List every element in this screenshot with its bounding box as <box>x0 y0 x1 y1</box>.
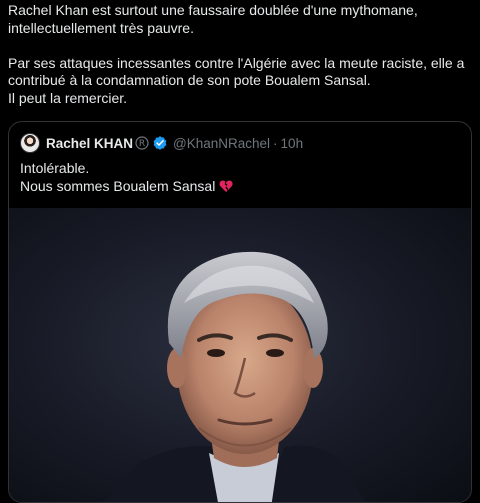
timestamp[interactable]: 10h <box>281 136 304 151</box>
portrait-image <box>104 251 366 502</box>
quote-line: Intolérable. <box>20 160 90 176</box>
tweet-line: intellectuellement très pauvre. <box>8 19 194 36</box>
tweet-line: Rachel Khan est surtout une faussaire do… <box>8 2 418 18</box>
quote-line: Nous sommes Boualem Sansal <box>20 178 216 194</box>
tweet-line: Par ses attaques incessantes contre l'Al… <box>8 54 465 71</box>
quote-line-wrapper: Nous sommes Boualem Sansal <box>20 177 233 195</box>
author-name[interactable]: Rachel KHAN <box>46 136 133 151</box>
separator-dot: · <box>273 135 278 151</box>
tweet-line: Il peut la remercier. <box>8 89 128 106</box>
quoted-tweet-text: Intolérable. Nous sommes Boualem Sansal <box>20 159 233 195</box>
portrait-photo[interactable] <box>9 208 471 502</box>
verified-badge-icon <box>153 136 167 150</box>
avatar[interactable] <box>20 133 40 153</box>
registered-badge-icon: R <box>135 136 149 150</box>
tweet-text: Rachel Khan est surtout une faussaire do… <box>8 2 476 107</box>
tweet-line: contribué à la condamnation de son pote … <box>8 72 371 88</box>
quoted-tweet-header: Rachel KHAN R @KhanNRachel · 10h <box>20 133 303 153</box>
quoted-tweet-card[interactable]: Rachel KHAN R @KhanNRachel · 10h Intolér… <box>8 121 472 503</box>
author-handle[interactable]: @KhanNRachel <box>173 136 270 151</box>
svg-text:R: R <box>139 139 145 149</box>
broken-heart-icon <box>219 180 233 192</box>
